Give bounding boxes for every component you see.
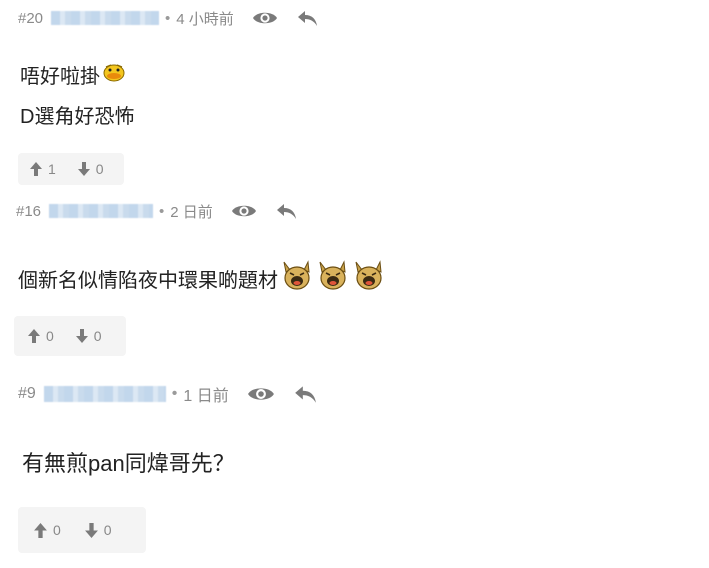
downvote-button[interactable]: 0 <box>84 522 112 538</box>
comment-number: #20 <box>18 9 44 27</box>
downvote-button[interactable]: 0 <box>75 328 102 344</box>
upvote-button[interactable]: 1 <box>30 161 56 177</box>
comment-body-line: 個新名似情陷夜中環果啲題材 <box>18 258 386 298</box>
timestamp: 1 日前 <box>183 388 229 405</box>
comment-body-line: 唔好啦掛 <box>20 60 126 89</box>
upvote-count: 0 <box>46 328 54 344</box>
thumb-up-arrow-icon <box>28 329 40 343</box>
comment-text: D選角好恐怖 <box>20 106 135 128</box>
vote-bar: 1 0 <box>18 153 124 185</box>
comment-number: #16 <box>16 202 42 220</box>
reply-icon[interactable] <box>296 9 318 27</box>
comment-text: 個新名似情陷夜中環果啲題材 <box>18 269 278 292</box>
laughing-dog-sticker <box>280 258 314 298</box>
reply-icon[interactable] <box>275 202 297 220</box>
duck-sticker <box>102 61 126 89</box>
downvote-count: 0 <box>93 328 102 344</box>
vote-bar: 0 0 <box>18 507 146 553</box>
comment-text: 有無煎pan同煒哥先？ <box>22 451 235 476</box>
comment-meta: #16 • 2 日前 <box>16 201 297 221</box>
comment-meta: #9 • 1 日前 <box>18 383 317 405</box>
eye-icon[interactable] <box>231 202 257 220</box>
upvote-button[interactable]: 0 <box>28 328 54 344</box>
vote-bar: 0 0 <box>14 316 126 356</box>
username[interactable] <box>51 11 160 25</box>
upvote-count: 0 <box>53 522 61 538</box>
laughing-dog-sticker <box>316 258 350 298</box>
username[interactable] <box>43 386 166 402</box>
downvote-button[interactable]: 0 <box>77 161 104 177</box>
comment-number: #9 <box>18 385 36 402</box>
username[interactable] <box>49 204 154 218</box>
eye-icon[interactable] <box>252 9 278 27</box>
thumb-up-arrow-icon <box>30 162 42 176</box>
comment-meta: #20 • 4 小時前 <box>18 8 318 28</box>
laughing-dog-sticker <box>352 258 386 298</box>
thumb-up-arrow-icon <box>34 522 47 538</box>
separator-dot: • <box>171 385 178 402</box>
thumb-down-arrow-icon <box>75 329 88 343</box>
comment-body-line: 有無煎pan同煒哥先？ <box>22 446 235 478</box>
thumb-down-arrow-icon <box>77 162 90 176</box>
separator-dot: • <box>165 9 171 27</box>
downvote-count: 0 <box>103 522 112 538</box>
timestamp: 2 日前 <box>170 203 213 221</box>
downvote-count: 0 <box>95 161 104 177</box>
upvote-count: 1 <box>48 161 56 177</box>
comment-text: 唔好啦掛 <box>20 66 100 88</box>
comment-body-line: D選角好恐怖 <box>20 100 134 129</box>
upvote-button[interactable]: 0 <box>34 522 61 538</box>
timestamp: 4 小時前 <box>176 10 234 28</box>
eye-icon[interactable] <box>247 384 275 404</box>
separator-dot: • <box>159 202 165 220</box>
reply-icon[interactable] <box>293 384 317 404</box>
thumb-down-arrow-icon <box>84 522 98 538</box>
